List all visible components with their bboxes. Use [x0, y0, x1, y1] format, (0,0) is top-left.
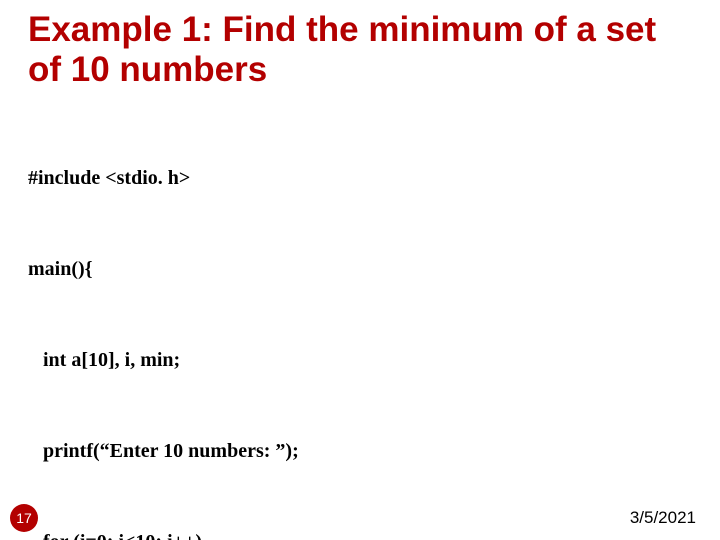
- code-line: int a[10], i, min;: [28, 345, 688, 375]
- code-line: main(){: [28, 254, 688, 284]
- code-line: printf(“Enter 10 numbers: ”);: [28, 436, 688, 466]
- code-line: for (i=0; i<10; i++): [28, 527, 688, 540]
- slide-title: Example 1: Find the minimum of a set of …: [28, 10, 698, 91]
- code-block: #include <stdio. h> main(){ int a[10], i…: [28, 102, 688, 540]
- page-number-badge: 17: [10, 504, 38, 532]
- date-label: 3/5/2021: [630, 508, 696, 528]
- slide: Example 1: Find the minimum of a set of …: [0, 0, 720, 540]
- page-number: 17: [16, 510, 32, 526]
- code-line: #include <stdio. h>: [28, 163, 688, 193]
